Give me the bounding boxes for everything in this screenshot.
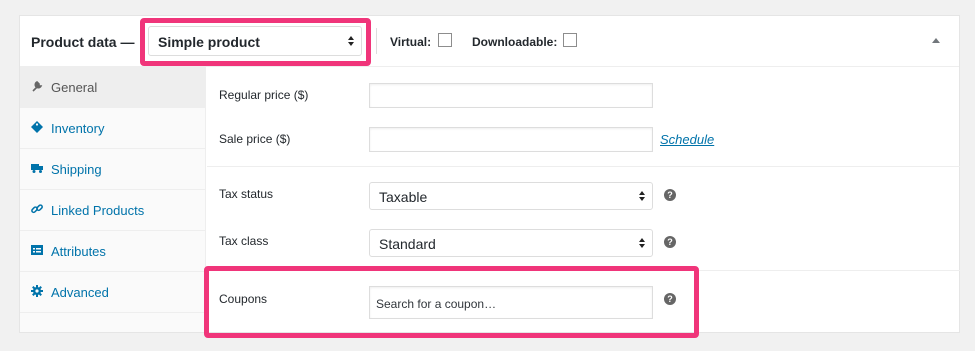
coupon-search-input[interactable]: Search for a coupon… [369, 286, 653, 319]
tab-label: Advanced [51, 285, 109, 300]
tax-class-select[interactable]: Standard [369, 229, 653, 257]
section-divider [207, 270, 960, 271]
list-icon [31, 245, 43, 255]
select-arrows-icon [639, 238, 645, 248]
tab-advanced[interactable]: Advanced [20, 272, 205, 313]
help-icon[interactable]: ? [664, 293, 676, 305]
tab-inventory[interactable]: Inventory [20, 108, 205, 149]
product-type-value: Simple product [158, 34, 260, 50]
tax-class-label: Tax class [219, 234, 269, 248]
panel-header: Product data — Simple product Virtual: D… [20, 16, 959, 67]
sale-price-input[interactable] [369, 127, 653, 152]
tax-status-select[interactable]: Taxable [369, 182, 653, 210]
downloadable-checkbox[interactable] [563, 33, 577, 47]
downloadable-label: Downloadable: [472, 35, 558, 49]
tab-label: Shipping [51, 162, 102, 177]
tab-attributes[interactable]: Attributes [20, 231, 205, 272]
section-divider [207, 166, 960, 167]
help-icon[interactable]: ? [664, 236, 676, 248]
truck-icon [31, 164, 43, 173]
tax-status-label: Tax status [219, 187, 274, 201]
tab-shipping[interactable]: Shipping [20, 149, 205, 190]
panel-title: Product data — [31, 34, 135, 50]
product-data-panel: Product data — Simple product Virtual: D… [19, 15, 960, 333]
product-type-select[interactable]: Simple product [148, 26, 362, 56]
link-icon [31, 204, 43, 214]
tax-status-value: Taxable [379, 189, 428, 205]
tab-label: Inventory [51, 121, 105, 136]
sale-price-label: Sale price ($) [219, 132, 291, 146]
virtual-label: Virtual: [390, 35, 432, 49]
virtual-checkbox[interactable] [438, 33, 452, 47]
product-data-tabs: General Inventory Shipping Linked Produc… [20, 67, 206, 332]
general-panel: Regular price ($) Sale price ($) Schedul… [207, 67, 960, 332]
tab-label: Attributes [51, 244, 106, 259]
tab-general[interactable]: General [20, 67, 205, 108]
tax-class-value: Standard [379, 236, 436, 252]
help-icon[interactable]: ? [664, 189, 676, 201]
tab-linked-products[interactable]: Linked Products [20, 190, 205, 231]
tab-label: Linked Products [51, 203, 145, 218]
regular-price-label: Regular price ($) [219, 88, 309, 102]
header-divider [376, 28, 377, 54]
tab-label: General [51, 80, 98, 95]
schedule-link[interactable]: Schedule [660, 132, 714, 147]
regular-price-input[interactable] [369, 83, 653, 108]
coupon-search-placeholder: Search for a coupon… [376, 297, 497, 311]
gear-icon [31, 285, 43, 297]
tag-icon [31, 121, 43, 133]
select-arrows-icon [348, 36, 354, 46]
collapse-arrow-icon[interactable] [932, 38, 940, 43]
select-arrows-icon [639, 191, 645, 201]
coupons-label: Coupons [219, 292, 268, 306]
wrench-icon [32, 81, 43, 92]
